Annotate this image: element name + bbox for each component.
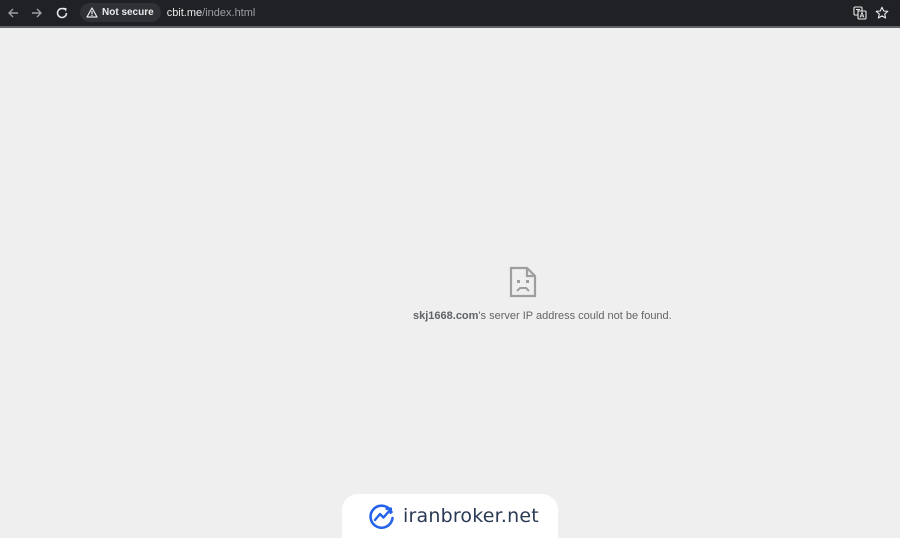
watermark-text: iranbroker.net [403, 505, 539, 527]
reload-button[interactable] [52, 3, 72, 23]
warning-triangle-icon [86, 7, 98, 18]
toolbar-divider [0, 26, 900, 28]
url-host: cbit.me [166, 6, 203, 19]
security-label: Not secure [102, 7, 154, 18]
error-message: skj1668.com's server IP address could no… [413, 310, 713, 322]
address-bar[interactable]: Not secure cbit.me/index.html [80, 2, 840, 23]
error-host: skj1668.com [413, 310, 479, 322]
forward-button[interactable] [27, 3, 47, 23]
reload-icon [56, 7, 68, 19]
browser-toolbar: Not secure cbit.me/index.html [0, 0, 900, 28]
error-detail: 's server IP address could not be found. [478, 310, 672, 322]
back-button[interactable] [3, 3, 23, 23]
sad-page-icon [509, 266, 537, 298]
watermark-badge: iranbroker.net [342, 494, 558, 538]
star-icon [875, 6, 889, 19]
url-text[interactable]: cbit.me/index.html [167, 7, 256, 19]
arrow-right-icon [32, 8, 42, 18]
security-chip[interactable]: Not secure [80, 3, 161, 22]
iranbroker-logo-icon [369, 504, 394, 530]
url-path: /index.html [202, 6, 256, 19]
translate-icon [853, 6, 867, 20]
bookmark-button[interactable] [873, 4, 891, 22]
arrow-left-icon [8, 8, 18, 18]
translate-button[interactable] [851, 4, 869, 22]
